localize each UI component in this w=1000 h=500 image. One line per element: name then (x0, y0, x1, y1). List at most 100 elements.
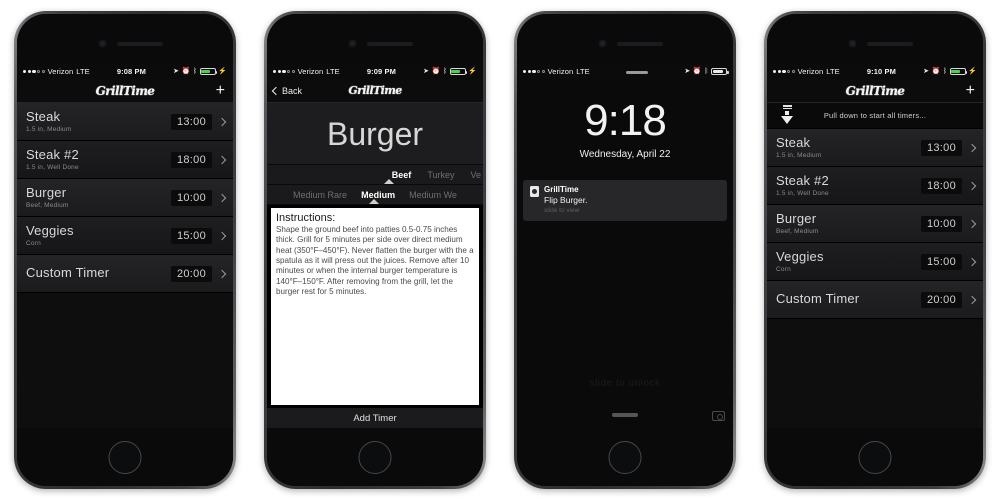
chevron-right-icon (967, 257, 977, 266)
earpiece-speaker-icon (867, 42, 913, 46)
timer-subtitle: 1.5 in, Medium (26, 125, 72, 133)
add-timer-button[interactable]: + (966, 82, 975, 99)
home-button[interactable] (858, 441, 892, 474)
front-camera-icon (849, 40, 856, 47)
add-timer-button[interactable]: + (216, 82, 225, 99)
timer-title: Custom Timer (26, 265, 110, 280)
status-bar-left: Verizon LTE (523, 67, 590, 76)
earpiece-speaker-icon (367, 42, 413, 46)
phone-screen: Verizon LTE 9:09 PM ➤ ⏰ ᛒ ⚡ Back GrillTi… (267, 64, 483, 428)
status-bar-right: ➤ ⏰ ᛒ ⚡ (423, 67, 477, 76)
phone-bottom-bezel (767, 428, 983, 486)
doneness-picker[interactable]: Medium Rare Medium Medium We (267, 185, 483, 205)
timer-duration-badge: 20:00 (920, 291, 962, 308)
notification-text: GrillTime Flip Burger. slide to view (544, 185, 587, 214)
table-row[interactable]: Steak #2 1.5 in, Well Done 18:00 (767, 167, 983, 205)
signal-strength-icon (273, 69, 295, 74)
front-camera-icon (99, 40, 106, 47)
status-bar: Verizon LTE 9:08 PM ➤ ⏰ ᛒ ⚡ (17, 64, 233, 79)
status-bar: Verizon LTE 9:09 PM ➤ ⏰ ᛒ ⚡ (267, 64, 483, 79)
earpiece-speaker-icon (117, 42, 163, 46)
status-bar-right: ➤ ⏰ ᛒ (684, 67, 729, 76)
chevron-right-icon (217, 155, 227, 164)
timer-title: Veggies (776, 250, 824, 265)
timer-subtitle: 1.5 in, Well Done (776, 189, 829, 197)
phone-top-bezel (517, 14, 733, 64)
timer-duration-badge: 13:00 (170, 113, 212, 130)
chevron-right-icon (967, 143, 977, 152)
lock-bottom-bar: slide to unlock (517, 372, 733, 428)
table-row[interactable]: Custom Timer 20:00 (767, 281, 983, 319)
location-arrow-icon: ➤ (684, 68, 691, 75)
phone-3-lock-screen: Verizon LTE ➤ ⏰ ᛒ 9:18 Wednesday, April … (514, 11, 736, 489)
app-icon (530, 186, 539, 197)
table-row[interactable]: Veggies Corn 15:00 (767, 243, 983, 281)
table-row[interactable]: Steak 1.5 in, Medium 13:00 (767, 129, 983, 167)
phone-top-bezel (767, 14, 983, 64)
phone-body: Verizon LTE ➤ ⏰ ᛒ 9:18 Wednesday, April … (517, 14, 733, 486)
notification-banner[interactable]: GrillTime Flip Burger. slide to view (523, 180, 727, 221)
table-row[interactable]: Burger Beef, Medium 10:00 (17, 179, 233, 217)
row-text: Steak 1.5 in, Medium (776, 136, 921, 158)
home-button[interactable] (108, 441, 142, 474)
timer-title: Veggies (26, 224, 74, 239)
status-time: 9:10 PM (866, 67, 896, 76)
home-button[interactable] (358, 441, 392, 474)
table-row[interactable]: Veggies Corn 15:00 (17, 217, 233, 255)
meat-option-veggie[interactable]: Ve (470, 170, 481, 180)
table-row[interactable]: Custom Timer 20:00 (17, 255, 233, 293)
table-row[interactable]: Burger Beef, Medium 10:00 (767, 205, 983, 243)
meat-option-beef[interactable]: Beef (392, 170, 412, 180)
chevron-right-icon (217, 231, 227, 240)
control-center-grabber[interactable] (612, 413, 638, 417)
status-center-grabber (590, 67, 685, 76)
alarm-clock-icon: ⏰ (181, 68, 191, 75)
charging-bolt-icon: ⚡ (468, 68, 477, 75)
location-arrow-icon: ➤ (173, 68, 180, 75)
picker-selection-caret-icon (383, 179, 394, 184)
meat-type-picker[interactable]: Beef Turkey Ve (267, 165, 483, 185)
phone-body: Verizon LTE 9:09 PM ➤ ⏰ ᛒ ⚡ Back GrillTi… (267, 14, 483, 486)
nav-bar: Back GrillTime (267, 79, 483, 103)
location-arrow-icon: ➤ (923, 68, 930, 75)
network-label: LTE (576, 67, 590, 76)
chevron-right-icon (217, 117, 227, 126)
timer-subtitle: 1.5 in, Well Done (26, 163, 79, 171)
front-camera-icon (599, 40, 606, 47)
notification-message: Flip Burger. (544, 195, 588, 205)
pull-down-arrow-icon (781, 105, 793, 125)
doneness-option-medium-well[interactable]: Medium We (409, 190, 457, 200)
notification-slide-hint: slide to view (544, 207, 580, 214)
status-bar-right: ➤ ⏰ ᛒ ⚡ (923, 67, 977, 76)
timer-duration-badge: 13:00 (920, 139, 962, 156)
battery-icon (199, 67, 218, 76)
alarm-clock-icon: ⏰ (692, 68, 702, 75)
timer-title: Steak (26, 110, 61, 125)
pull-to-start-banner: Pull down to start all timers... (767, 103, 983, 129)
timer-subtitle: Beef, Medium (776, 227, 819, 235)
add-timer-button[interactable]: Add Timer (267, 408, 483, 428)
row-text: Burger Beef, Medium (26, 186, 171, 208)
instructions-body: Shape the ground beef into patties 0.5-0… (276, 225, 474, 297)
table-row[interactable]: Steak 1.5 in, Medium 13:00 (17, 103, 233, 141)
picker-selection-caret-icon (368, 199, 379, 204)
doneness-option-medium-rare[interactable]: Medium Rare (293, 190, 347, 200)
notification-app-name: GrillTime (544, 185, 579, 194)
meat-option-turkey[interactable]: Turkey (427, 170, 454, 180)
network-label: LTE (76, 67, 90, 76)
pull-to-start-label: Pull down to start all timers... (823, 111, 927, 120)
doneness-option-medium[interactable]: Medium (361, 190, 395, 200)
slide-to-unlock-label: slide to unlock (589, 378, 661, 389)
timer-duration-badge: 18:00 (170, 151, 212, 168)
lock-screen: 9:18 Wednesday, April 22 GrillTime Flip … (517, 79, 733, 428)
home-button[interactable] (608, 441, 642, 474)
camera-icon[interactable] (712, 411, 725, 421)
app-title: GrillTime (845, 83, 905, 98)
chevron-right-icon (967, 181, 977, 190)
back-button[interactable]: Back (271, 86, 302, 96)
status-time: 9:08 PM (116, 67, 146, 76)
instructions-panel: Instructions: Shape the ground beef into… (271, 208, 479, 405)
timer-title: Steak #2 (26, 148, 79, 163)
table-row[interactable]: Steak #2 1.5 in, Well Done 18:00 (17, 141, 233, 179)
recipe-title: Burger (326, 115, 424, 152)
